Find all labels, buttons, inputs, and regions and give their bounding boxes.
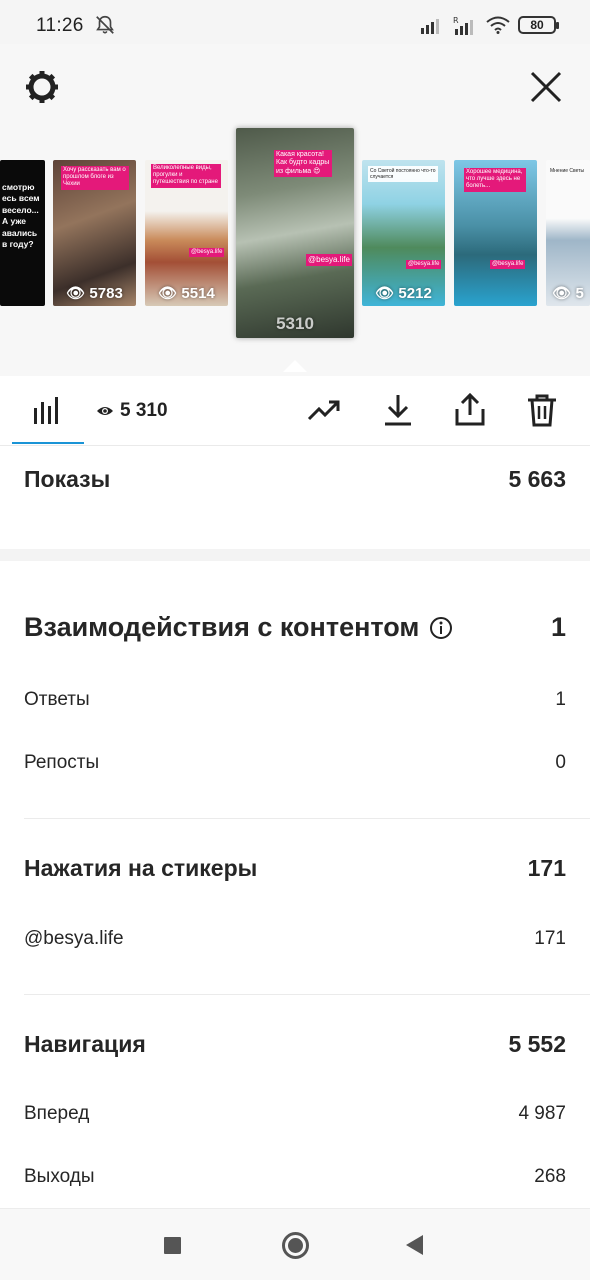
exits-label: Выходы (24, 1166, 95, 1187)
story-views: 👁 5212 (375, 285, 432, 302)
forward-value: 4 987 (518, 1103, 566, 1124)
info-icon[interactable] (429, 616, 453, 640)
sticker-mention-value: 171 (534, 928, 566, 949)
replies-row: Ответы 1 (24, 689, 566, 711)
sticker-taps-header: Нажатия на стикеры 171 (24, 855, 566, 882)
sticker-taps-title: Нажатия на стикеры (24, 855, 258, 881)
story-caption: Великолепные виды, прогулки и путешестви… (151, 164, 221, 188)
bar-chart-icon[interactable] (30, 394, 64, 426)
story-views: 👁 5514 (158, 285, 215, 302)
story-thumbnail[interactable]: Хочу рассказать вам о прошлом блоге из Ч… (53, 160, 136, 306)
gear-icon[interactable] (22, 67, 62, 107)
story-views-count: 5783 (89, 285, 123, 302)
battery-icon: 80 (518, 16, 559, 34)
navigation-header: Навигация 5 552 (24, 1031, 566, 1058)
navigation-value: 5 552 (508, 1031, 566, 1057)
story-views-count: 5514 (181, 285, 215, 302)
sticker-mention-row[interactable]: @besya.life 171 (24, 928, 566, 950)
selected-story-pointer (283, 360, 307, 372)
story-caption: Со Светой постоянно что-то случается (368, 166, 438, 182)
status-bar: 11:26 R 80 (0, 0, 590, 44)
close-icon[interactable] (526, 67, 566, 107)
interactions-title-wrap: Взаимодействия с контентом (24, 612, 453, 643)
replies-label: Ответы (24, 689, 90, 710)
stories-carousel: смотрю есь всем весело... А уже авались … (0, 44, 590, 376)
story-views-count: 5310 (276, 314, 314, 333)
download-icon[interactable] (380, 392, 416, 428)
exits-row: Выходы 268 (24, 1166, 566, 1188)
replies-value: 1 (555, 689, 566, 710)
recents-button[interactable] (164, 1237, 181, 1254)
views-count: 5 310 (120, 400, 168, 421)
story-views: 5310 (236, 314, 354, 334)
wifi-icon (486, 16, 510, 34)
story-thumbnail[interactable]: Хорошее медицина, что лучше здесь не бол… (454, 160, 537, 306)
status-time: 11:26 (36, 15, 84, 36)
story-caption: Хорошее медицина, что лучше здесь не бол… (464, 168, 526, 192)
story-caption: Хочу рассказать вам о прошлом блоге из Ч… (61, 166, 129, 190)
active-tab-indicator (12, 442, 84, 444)
home-button[interactable] (282, 1232, 309, 1259)
story-tag: @besya.life (490, 260, 526, 270)
impressions-label: Показы (24, 466, 111, 492)
back-button[interactable] (406, 1235, 423, 1255)
story-thumbnail[interactable]: Мнение Светы 👁 5 (546, 160, 590, 306)
story-tag: @besya.life (306, 254, 352, 266)
trending-icon[interactable] (306, 392, 342, 428)
story-views-count: 5 (575, 285, 584, 302)
forward-row: Вперед 4 987 (24, 1103, 566, 1125)
divider (24, 994, 590, 995)
reposts-label: Репосты (24, 752, 100, 773)
story-thumbnail[interactable]: смотрю есь всем весело... А уже авались … (0, 160, 45, 306)
signal-icon (421, 19, 439, 34)
interactions-title: Взаимодействия с контентом (24, 612, 420, 642)
impressions-row: Показы 5 663 (24, 466, 566, 493)
impressions-value: 5 663 (508, 466, 566, 492)
svg-text:R: R (453, 16, 459, 25)
story-toolbar: 5 310 (0, 376, 590, 446)
sticker-taps-value: 171 (527, 855, 566, 881)
reposts-row: Репосты 0 (24, 752, 566, 774)
story-thumbnail-selected[interactable]: Какая красота! Как будто кадры из фильма… (236, 128, 354, 338)
forward-label: Вперед (24, 1103, 90, 1124)
story-views: 👁 5 (552, 285, 584, 302)
trash-icon[interactable] (524, 392, 560, 428)
sticker-mention-label: @besya.life (24, 928, 124, 949)
interactions-value: 1 (550, 612, 566, 642)
story-caption: Мнение Светы (550, 168, 585, 174)
section-separator (0, 549, 590, 561)
story-thumbnail[interactable]: Со Светой постоянно что-то случается @be… (362, 160, 445, 306)
divider (24, 818, 590, 819)
views-tab[interactable]: 5 310 (96, 400, 168, 422)
signal-roaming-icon: R (453, 16, 473, 35)
story-tag: @besya.life (406, 260, 442, 270)
story-caption: смотрю есь всем весело... А уже авались … (2, 182, 40, 250)
eye-icon (97, 407, 113, 415)
story-tag: @besya.life (189, 248, 225, 258)
reposts-value: 0 (555, 752, 566, 773)
story-caption: Какая красота! Как будто кадры из фильма… (274, 150, 332, 178)
bell-muted-icon (96, 15, 114, 34)
share-icon[interactable] (452, 392, 488, 428)
navigation-title: Навигация (24, 1031, 146, 1057)
interactions-header: Взаимодействия с контентом 1 (24, 612, 566, 643)
story-thumbnail[interactable]: Великолепные виды, прогулки и путешестви… (145, 160, 228, 306)
system-nav-bar (0, 1208, 590, 1280)
exits-value: 268 (534, 1166, 566, 1187)
story-views-count: 5212 (398, 285, 432, 302)
story-views: 👁 5783 (66, 285, 123, 302)
status-icons: R 80 (420, 14, 559, 36)
